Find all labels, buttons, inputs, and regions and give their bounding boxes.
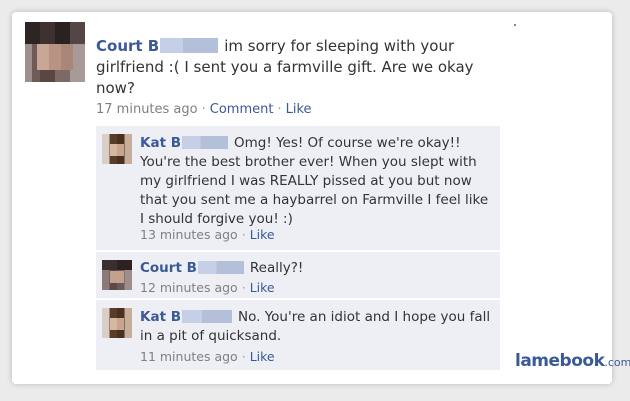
post-body: Court Bim sorry for sleeping with your g… xyxy=(96,36,496,99)
comment-item: Kat B No. You're an idiot and I hope you … xyxy=(96,300,500,370)
post-author-name[interactable]: Court B xyxy=(96,37,159,55)
comment-like-link[interactable]: Like xyxy=(250,227,275,242)
comment-timestamp[interactable]: 11 minutes ago xyxy=(140,349,238,364)
comment-message: Really?! xyxy=(249,260,304,276)
comment-body: Court B Really?! xyxy=(140,259,492,278)
redacted-surname xyxy=(182,136,229,149)
comment-author-avatar[interactable] xyxy=(102,260,132,290)
post-meta: 17 minutes ago · Comment · Like xyxy=(96,101,312,119)
comment-author-name[interactable]: Kat B xyxy=(140,309,181,325)
comment-timestamp[interactable]: 12 minutes ago xyxy=(140,280,238,295)
watermark-tld: .com xyxy=(604,356,630,369)
comment-item: Kat B Omg! Yes! Of course we're okay!! Yo… xyxy=(96,126,500,250)
comment-timestamp[interactable]: 13 minutes ago xyxy=(140,227,238,242)
post-options-marker[interactable] xyxy=(514,24,516,26)
meta-separator: · xyxy=(241,227,246,242)
lamebook-watermark: lamebook.com xyxy=(515,351,630,371)
comment-body: Kat B No. You're an idiot and I hope you … xyxy=(140,308,492,346)
comment-author-avatar[interactable] xyxy=(102,134,132,164)
meta-separator: · xyxy=(241,280,246,295)
comment-body: Kat B Omg! Yes! Of course we're okay!! Yo… xyxy=(140,134,492,229)
meta-separator: · xyxy=(241,349,246,364)
comment-author-name[interactable]: Court B xyxy=(140,260,197,276)
comment-like-link[interactable]: Like xyxy=(250,280,275,295)
meta-separator: · xyxy=(277,102,282,117)
comment-meta: 13 minutes ago · Like xyxy=(140,227,275,243)
redacted-surname xyxy=(182,310,233,323)
comment-like-link[interactable]: Like xyxy=(250,349,275,364)
comment-link[interactable]: Comment xyxy=(210,102,274,117)
comment-meta: 11 minutes ago · Like xyxy=(140,349,275,365)
post-timestamp[interactable]: 17 minutes ago xyxy=(96,102,198,117)
comment-meta: 12 minutes ago · Like xyxy=(140,280,275,296)
post-like-link[interactable]: Like xyxy=(286,102,312,117)
comment-author-name[interactable]: Kat B xyxy=(140,135,181,151)
watermark-name: lamebook xyxy=(515,351,605,371)
redacted-surname xyxy=(160,38,219,53)
post-author-avatar[interactable] xyxy=(25,22,85,82)
redacted-surname xyxy=(197,261,244,274)
comment-item: Court B Really?! 12 minutes ago · Like xyxy=(96,252,500,298)
comment-author-avatar[interactable] xyxy=(102,308,132,338)
meta-separator: · xyxy=(201,102,206,117)
